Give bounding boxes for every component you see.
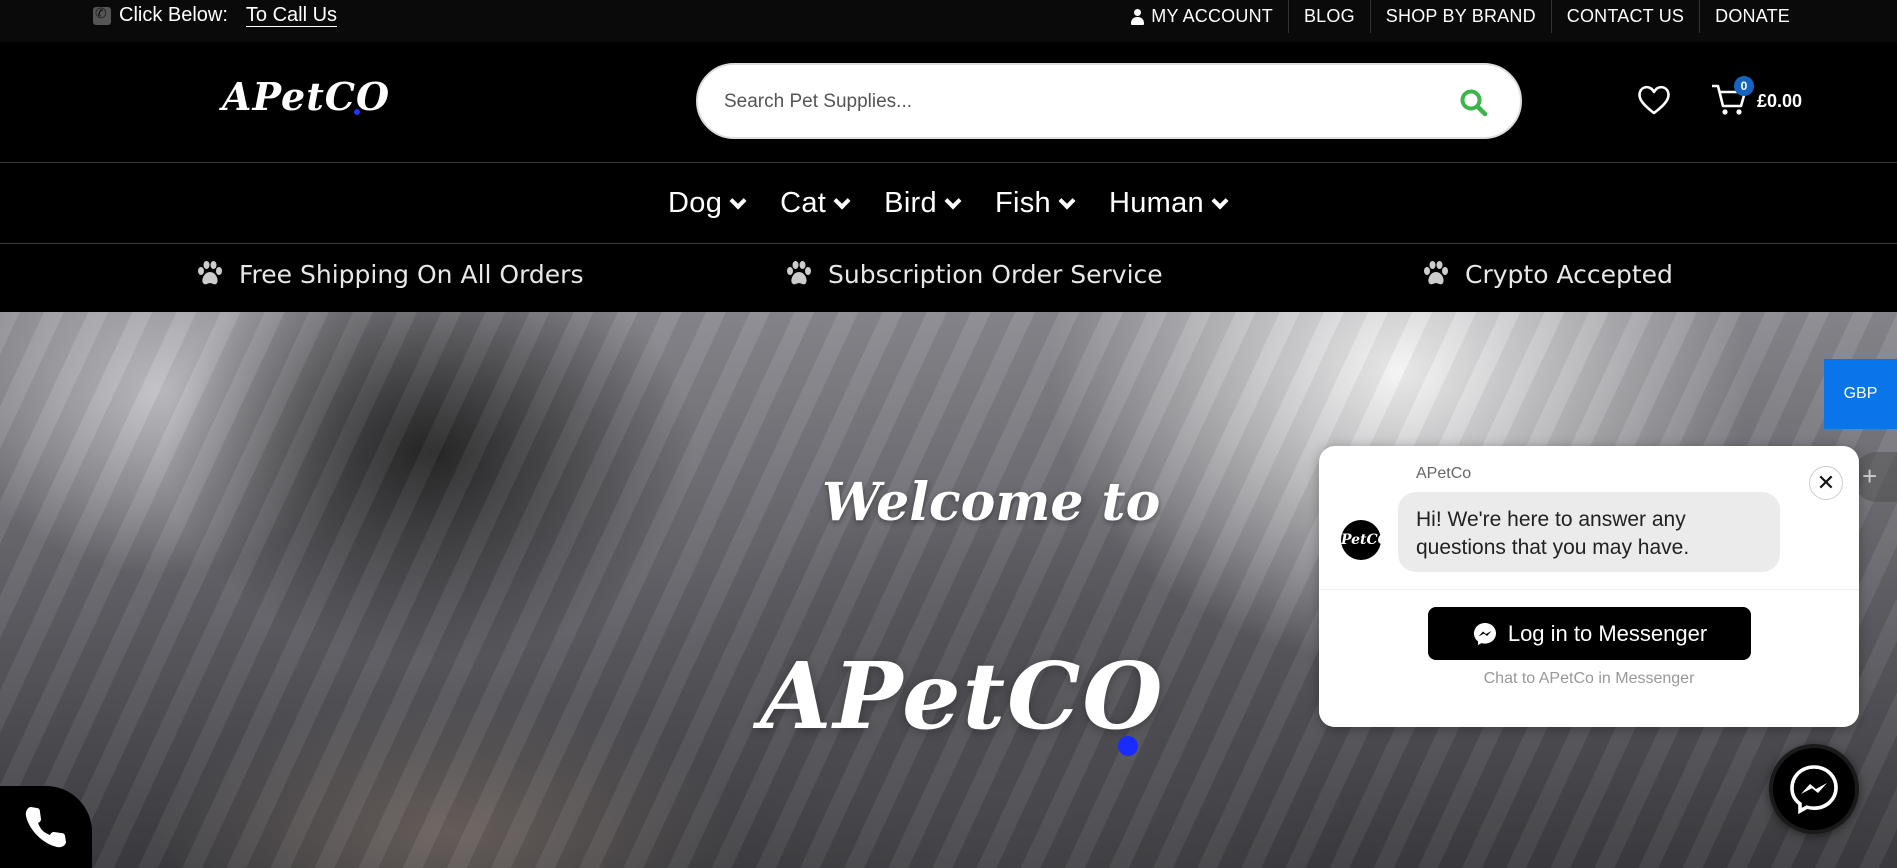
main-nav: Dog Cat Bird Fish Human [0,164,1897,244]
site-header: APetCO 0 £0.00 [0,42,1897,163]
contact-us-link[interactable]: CONTACT US [1550,0,1699,33]
search-icon[interactable] [1458,87,1490,119]
phone-icon [25,807,66,848]
feature-subscription-label: Subscription Order Service [828,259,1163,289]
paw-icon [198,261,222,285]
nav-cat-label: Cat [780,187,827,219]
cart-total[interactable]: £0.00 [1757,91,1802,112]
feature-free-shipping-label: Free Shipping On All Orders [239,259,584,289]
wishlist-heart-icon[interactable] [1636,82,1672,118]
messenger-icon [1473,622,1496,645]
feature-free-shipping: Free Shipping On All Orders [195,259,583,289]
close-icon[interactable]: ✕ [1809,466,1843,500]
nav-fish[interactable]: Fish [995,164,1079,243]
nav-human[interactable]: Human [1109,164,1232,243]
search-bar [696,63,1522,139]
messenger-chat-to: Chat to APetCo in Messenger [1483,670,1695,687]
my-account-label: MY ACCOUNT [1151,6,1273,26]
my-account-link[interactable]: MY ACCOUNT [1116,0,1288,33]
logo-dot [354,109,360,115]
chevron-down-icon [944,192,962,209]
search-input[interactable] [724,83,1424,121]
messenger-login-label: Log in to Messenger [1507,620,1708,646]
feature-crypto: Crypto Accepted [1421,259,1673,289]
currency-switcher[interactable]: GBP [1824,359,1897,429]
top-bar: Click Below: To Call Us MY ACCOUNT BLOG … [0,0,1897,42]
site-logo[interactable]: APetCO [222,74,390,119]
nav-cat[interactable]: Cat [780,164,854,243]
call-us-link[interactable]: To Call Us [245,4,338,27]
features-bar: Free Shipping On All Orders Subscription… [0,245,1897,311]
donate-link[interactable]: DONATE [1699,0,1805,33]
blog-link[interactable]: BLOG [1287,0,1370,33]
messenger-icon [1790,765,1838,815]
hero-welcome-text: Welcome to [822,472,1161,533]
chevron-down-icon [833,192,851,209]
nav-dog-label: Dog [668,187,723,219]
nav-bird-label: Bird [884,187,937,219]
messenger-greeting: Hi! We're here to answer any questions t… [1398,492,1780,572]
chevron-down-icon [729,192,747,209]
nav-bird[interactable]: Bird [884,164,965,243]
avatar: PetCO [1341,520,1390,560]
feature-crypto-label: Crypto Accepted [1465,259,1673,289]
hero-logo: APetCO [760,642,1165,750]
messenger-login-button[interactable]: Log in to Messenger [1428,607,1751,660]
paw-icon [1424,261,1448,285]
hero-logo-dot [1118,736,1138,756]
top-nav: MY ACCOUNT BLOG SHOP BY BRAND CONTACT US… [1116,0,1805,33]
user-icon [1131,8,1145,25]
chevron-down-icon [1058,192,1076,209]
phone-icon [93,5,111,25]
feature-subscription: Subscription Order Service [784,259,1163,289]
nav-dog[interactable]: Dog [668,164,750,243]
cart-count-badge: 0 [1734,76,1754,96]
messenger-chat-button[interactable] [1769,744,1859,834]
nav-human-label: Human [1108,187,1204,219]
shop-by-brand-link[interactable]: SHOP BY BRAND [1369,0,1551,33]
call-prefix: Click Below: [119,4,228,26]
nav-fish-label: Fish [994,187,1051,219]
chevron-down-icon [1211,192,1229,209]
paw-icon [787,261,811,285]
messenger-popup: APetCo PetCO Hi! We're here to answer an… [1319,446,1859,727]
call-button[interactable] [0,786,92,868]
call-section: Click Below: To Call Us [93,4,338,27]
messenger-page-name: APetCo [1416,465,1472,482]
